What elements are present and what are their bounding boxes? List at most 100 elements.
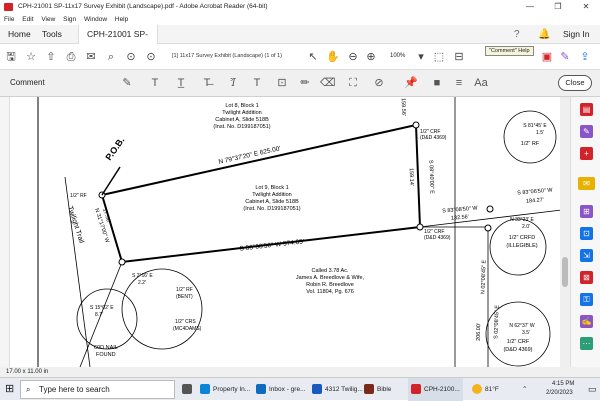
- menu-help[interactable]: Help: [115, 16, 128, 23]
- tab-document[interactable]: CPH-21001 SP-11x... ×: [78, 25, 158, 58]
- circ4-bearing: S 2°16' E: [132, 273, 153, 279]
- left-nav-strip[interactable]: [0, 97, 10, 367]
- circ3-dist: 3.5': [522, 330, 530, 336]
- filter-icon[interactable]: ⊟: [452, 50, 466, 64]
- menu-edit[interactable]: Edit: [22, 16, 33, 23]
- zoom-search-icon[interactable]: ⌕: [104, 50, 118, 64]
- vertical-scrollbar[interactable]: [560, 97, 570, 367]
- notifications-icon[interactable]: ▭: [588, 378, 597, 401]
- menu-file[interactable]: File: [4, 16, 14, 23]
- select-cursor-icon[interactable]: ↖: [306, 50, 320, 64]
- line-weight-icon[interactable]: ≡: [452, 76, 466, 90]
- taskbar-item-twilight[interactable]: 4312 Twilig...: [312, 378, 363, 401]
- clock-time[interactable]: 4:15 PM: [552, 381, 574, 387]
- right-vertical2: S 02°08'45" E: [493, 305, 500, 339]
- twilight-trail-label: Twilight Trail: [66, 205, 85, 244]
- hand-icon[interactable]: ✋: [326, 50, 340, 64]
- share-icon[interactable]: ⇪: [578, 50, 592, 64]
- taskbar-item-inbox[interactable]: Inbox - gre...: [256, 378, 306, 401]
- help-icon[interactable]: ?: [514, 25, 520, 44]
- edit-pdf-icon[interactable]: ✎: [558, 50, 572, 64]
- more-tools-icon[interactable]: ⋯: [580, 337, 593, 350]
- color-swatch-icon[interactable]: ■: [430, 76, 444, 90]
- sign-in-link[interactable]: Sign In: [563, 25, 589, 44]
- circ1-dist: 1.5': [536, 130, 544, 136]
- stamp-icon[interactable]: ⛶: [346, 76, 360, 90]
- combine-files-icon[interactable]: ⊞: [580, 205, 593, 218]
- highlight-text-icon[interactable]: T: [148, 76, 162, 90]
- strikethrough-icon[interactable]: T̶: [200, 76, 214, 90]
- comment-panel-icon[interactable]: ✉: [578, 177, 595, 190]
- zoom-out-icon[interactable]: ⊖: [346, 50, 360, 64]
- fill-sign-icon[interactable]: ✍: [580, 315, 593, 328]
- taskbar-item-acrobat[interactable]: CPH-2100...: [408, 378, 463, 401]
- tab-tools[interactable]: Tools: [42, 25, 62, 44]
- outlook-icon: [256, 384, 266, 395]
- called-line1: Called 3.78 Ac.: [312, 268, 349, 274]
- prev-page-icon[interactable]: ⊙: [124, 50, 138, 64]
- right-bearing2-label: S 83°06'50" W: [517, 187, 554, 196]
- task-view-icon[interactable]: [182, 378, 195, 401]
- font-size-icon[interactable]: Aa: [474, 76, 488, 90]
- next-page-icon[interactable]: ⊙: [144, 50, 158, 64]
- close-window-button[interactable]: ✕: [572, 0, 600, 14]
- create-pdf-panel-icon[interactable]: +: [580, 147, 593, 160]
- circ4-sub2: (MC4DAMS): [173, 326, 202, 332]
- minimize-button[interactable]: —: [516, 0, 544, 14]
- circ3-mon: 1/2" CRF: [507, 339, 530, 345]
- comment-help-tooltip: "Comment" Help: [485, 46, 534, 56]
- compress-icon[interactable]: ⇲: [580, 249, 593, 262]
- tab-home[interactable]: Home: [8, 25, 31, 44]
- replace-text-icon[interactable]: Ꞽ: [226, 76, 240, 90]
- pin-icon[interactable]: 📌: [404, 76, 418, 90]
- circ5-dist: 8.7': [95, 312, 103, 318]
- underline-text-icon[interactable]: T̲: [174, 76, 188, 90]
- export-pdf-icon[interactable]: ▤: [580, 103, 593, 116]
- upload-icon[interactable]: ⇧: [44, 50, 58, 64]
- print-icon[interactable]: ⎙: [64, 50, 78, 64]
- protect-icon[interactable]: ⚿: [580, 293, 593, 306]
- save-icon[interactable]: 🖫: [4, 50, 18, 64]
- circ2-mon: 1/2" CRFD: [509, 235, 535, 241]
- edit-pdf-panel-icon[interactable]: ✎: [580, 125, 593, 138]
- taskbar-item-property[interactable]: Property In...: [200, 378, 250, 401]
- scrollbar-thumb[interactable]: [562, 257, 568, 287]
- circ4-sub1: (BENT): [176, 294, 193, 300]
- circ5-mon: 60D NAIL: [94, 345, 118, 351]
- fit-page-icon[interactable]: ⬚: [432, 50, 446, 64]
- bookmark-star-icon[interactable]: ☆: [24, 50, 38, 64]
- clock-date[interactable]: 2/20/2023: [546, 390, 573, 396]
- page-info[interactable]: [1] 11x17 Survey Exhibit (Landscape) (1 …: [172, 53, 282, 59]
- bell-icon[interactable]: 🔔: [538, 25, 550, 44]
- menu-window[interactable]: Window: [84, 16, 107, 23]
- menu-sign[interactable]: Sign: [63, 16, 76, 23]
- email-icon[interactable]: ✉: [84, 50, 98, 64]
- redact-icon[interactable]: ⊠: [580, 271, 593, 284]
- maximize-button[interactable]: ❐: [544, 0, 572, 14]
- acrobat-icon: [4, 3, 13, 11]
- menu-view[interactable]: View: [41, 16, 55, 23]
- status-bar: 17.00 x 11.00 in: [0, 367, 600, 377]
- eraser-icon[interactable]: ⌫: [320, 76, 336, 90]
- circ4-dist: 2.2': [138, 280, 146, 286]
- create-pdf-icon[interactable]: ▣: [540, 50, 554, 64]
- pdf-viewport[interactable]: Lot 8, Block 1 Twilight Addition Cabinet…: [10, 97, 570, 367]
- pencil-icon[interactable]: ✏: [298, 76, 312, 90]
- word-icon: [312, 384, 322, 395]
- tray-chevron-icon[interactable]: ⌃: [522, 378, 527, 401]
- zoom-level[interactable]: 100%: [390, 53, 405, 59]
- taskbar-search-input[interactable]: ⌕ Type here to search: [20, 380, 175, 399]
- text-box-icon[interactable]: T: [250, 76, 264, 90]
- weather-widget[interactable]: 81°F: [472, 378, 499, 401]
- zoom-dropdown-icon[interactable]: ▾: [414, 50, 428, 64]
- zoom-in-icon[interactable]: ⊕: [364, 50, 378, 64]
- attach-icon[interactable]: ⊘: [372, 76, 386, 90]
- circ2-bearing: N 33°23' E: [510, 217, 534, 223]
- windows-start-icon[interactable]: ⊞: [5, 378, 14, 401]
- text-field-icon[interactable]: ⊡: [275, 76, 289, 90]
- close-comment-button[interactable]: Close: [558, 75, 592, 91]
- sticky-note-icon[interactable]: ✎: [120, 76, 134, 90]
- pob-label: P.O.B.: [103, 135, 126, 162]
- taskbar-item-bible[interactable]: Bible: [364, 378, 391, 401]
- organize-pages-icon[interactable]: ⊡: [580, 227, 593, 240]
